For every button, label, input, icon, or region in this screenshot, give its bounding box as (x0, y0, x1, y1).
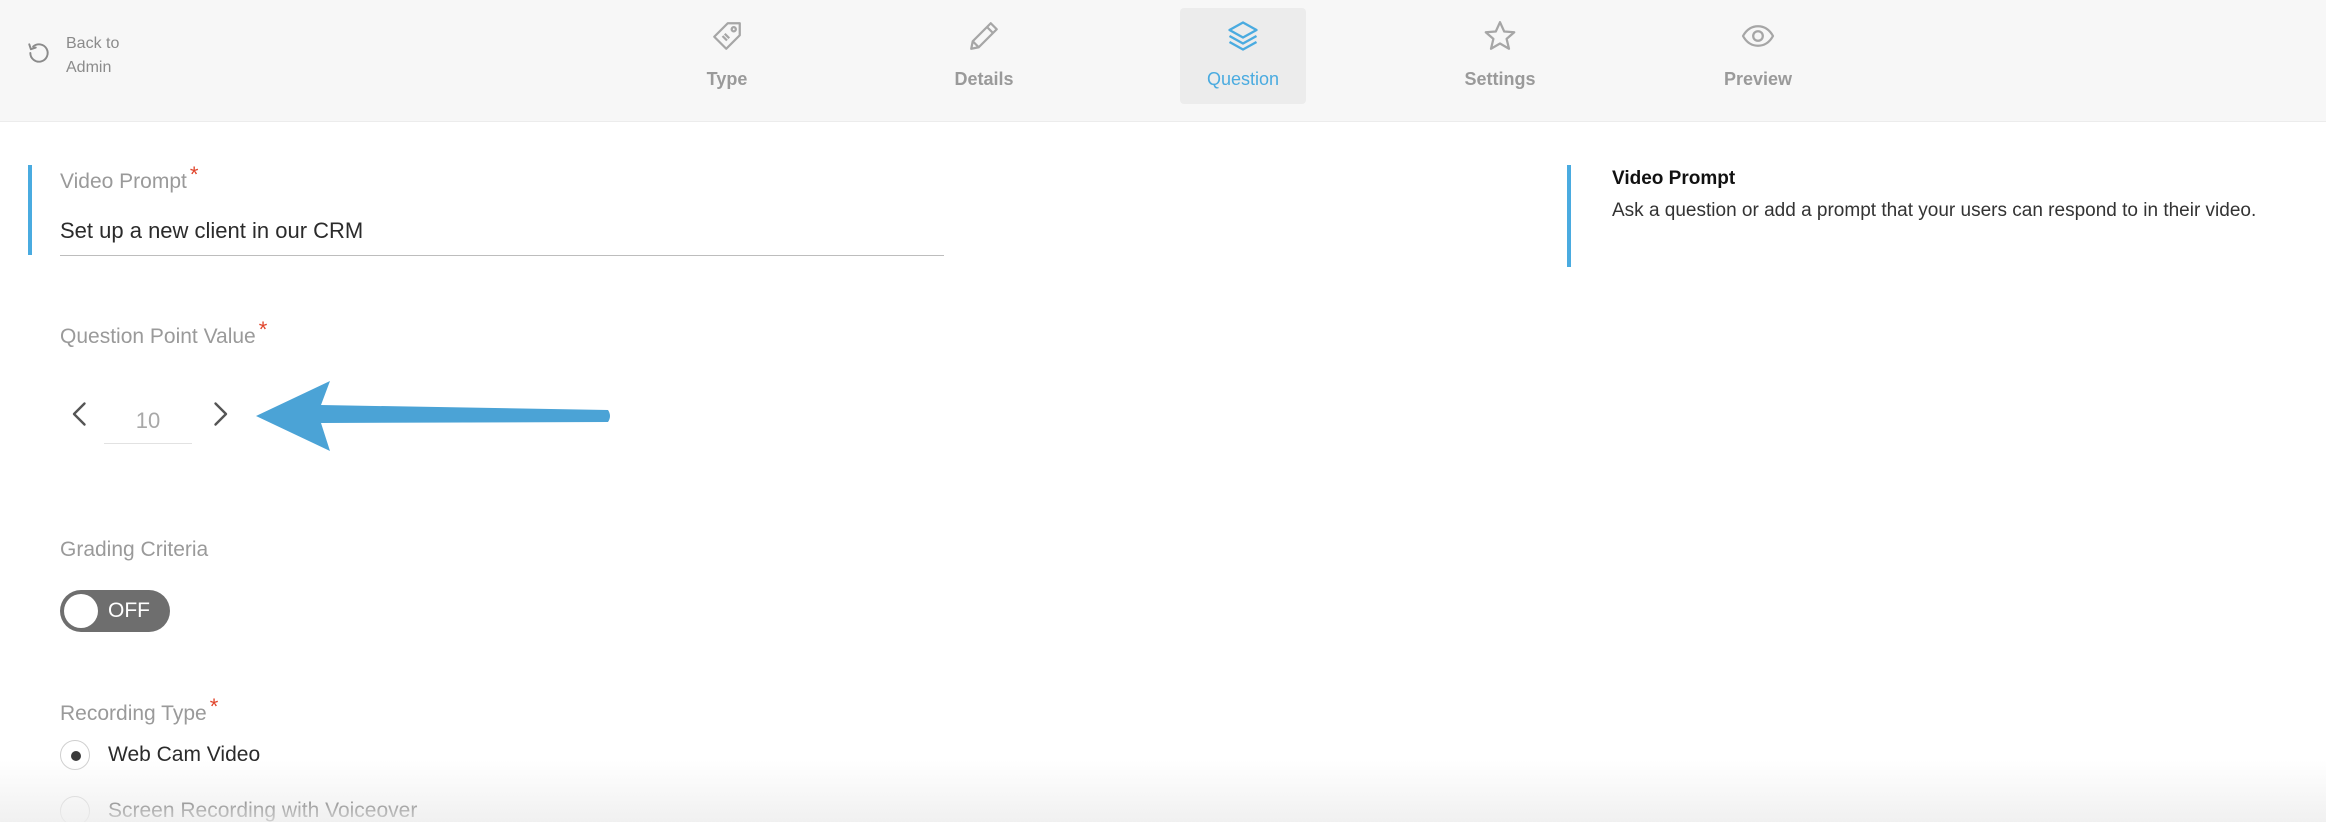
toggle-state-text: OFF (108, 599, 150, 622)
help-text: Ask a question or add a prompt that your… (1612, 200, 2257, 221)
step-details-label: Details (954, 69, 1014, 89)
required-mark: * (209, 694, 219, 719)
step-preview-label: Preview (1723, 69, 1793, 89)
annotation-arrow-icon (256, 381, 610, 451)
recording-type-label-text: Recording Type (60, 702, 207, 725)
grading-criteria-toggle[interactable]: OFF (60, 590, 170, 632)
tag-icon (713, 22, 741, 50)
video-prompt-label: Video Prompt * (60, 162, 198, 194)
grading-criteria-label: Grading Criteria (60, 538, 208, 562)
point-value-label: Question Point Value * (60, 317, 267, 349)
step-question-label: Question (1206, 69, 1280, 89)
step-preview[interactable]: Preview (1695, 8, 1821, 104)
video-prompt-input[interactable] (60, 206, 944, 256)
pencil-icon (970, 22, 998, 50)
step-type[interactable]: Type (664, 8, 790, 104)
top-navigation-bar: Back to Admin Type Details Question Sett… (0, 0, 2326, 122)
required-mark: * (258, 317, 268, 342)
eye-icon (1741, 25, 1775, 47)
grading-criteria-label-text: Grading Criteria (60, 538, 209, 561)
step-settings-label: Settings (1464, 69, 1536, 89)
step-details[interactable]: Details (921, 8, 1047, 104)
required-mark: * (189, 162, 199, 187)
step-type-label: Type (706, 69, 748, 89)
radio-option-web-cam-video[interactable]: Web Cam Video (60, 740, 260, 770)
radio-button[interactable] (60, 796, 90, 822)
step-settings[interactable]: Settings (1437, 8, 1563, 104)
star-icon (1484, 21, 1516, 50)
radio-label: Screen Recording with Voiceover (108, 799, 418, 822)
video-prompt-accent-bar (28, 165, 32, 255)
help-title: Video Prompt (1612, 168, 1736, 189)
layers-icon (1228, 21, 1258, 51)
point-value-label-text: Question Point Value (60, 325, 256, 348)
help-accent-bar (1567, 165, 1571, 267)
increment-chevron-right-icon[interactable] (202, 396, 238, 432)
recording-type-label: Recording Type * (60, 694, 218, 726)
step-question[interactable]: Question (1180, 8, 1306, 104)
radio-label: Web Cam Video (108, 743, 261, 766)
radio-option-screen-recording[interactable]: Screen Recording with Voiceover (60, 796, 417, 822)
toggle-knob (64, 594, 98, 628)
wizard-steps: Type Details Question Settings Preview (0, 8, 2326, 106)
decrement-chevron-left-icon[interactable] (62, 396, 98, 432)
video-prompt-label-text: Video Prompt (60, 170, 187, 193)
radio-button[interactable] (60, 740, 90, 770)
point-value-stepper-input[interactable] (104, 398, 192, 444)
